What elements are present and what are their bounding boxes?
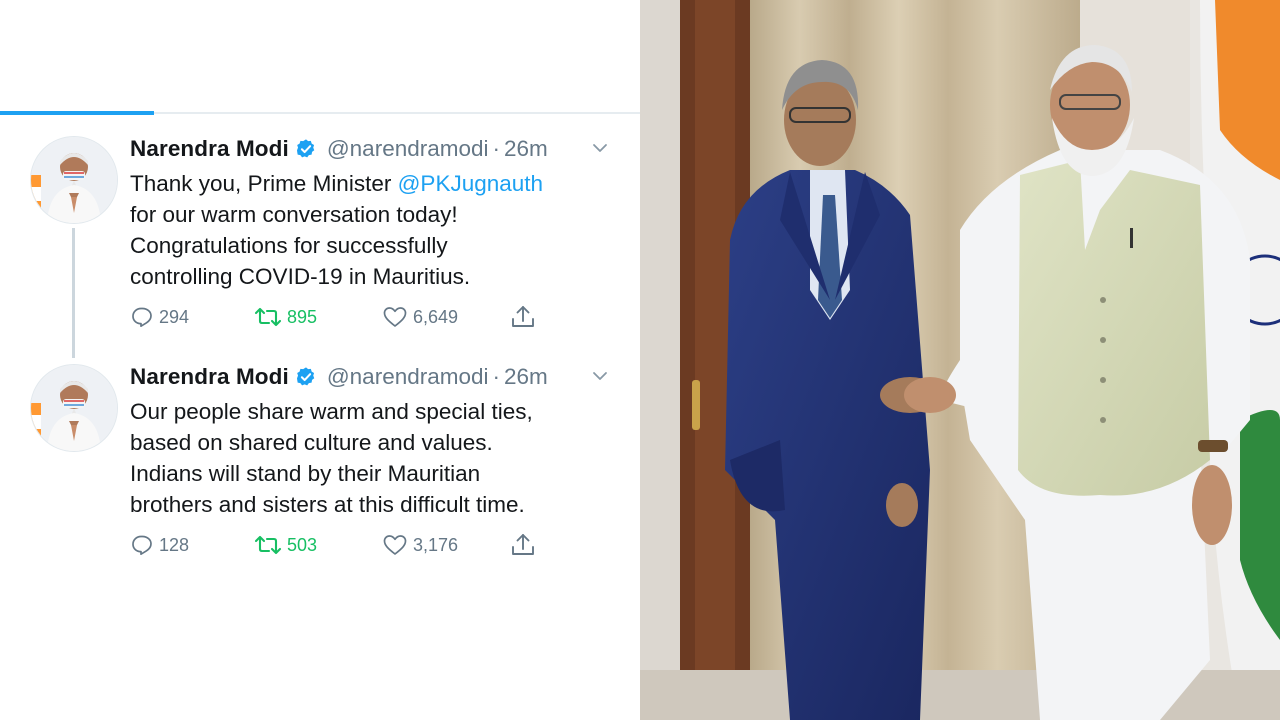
like-button[interactable]: 3,176 (382, 530, 458, 560)
avatar[interactable] (30, 364, 118, 452)
verified-badge-icon (296, 367, 315, 386)
tweet-line: Our people share warm and special ties, (130, 399, 533, 424)
progress-bar (0, 111, 640, 115)
share-upload-icon (512, 306, 534, 327)
progress-fill (0, 111, 154, 115)
retweet-icon (254, 307, 282, 327)
avatar[interactable] (30, 136, 118, 224)
tweet-actions: 294 895 6,649 (130, 302, 550, 332)
share-button[interactable] (510, 530, 536, 560)
author-name[interactable]: Narendra Modi (130, 136, 289, 162)
like-count: 3,176 (413, 534, 459, 555)
tweet-line: brothers and sisters at this difficult t… (130, 492, 525, 517)
thread-connector-line (72, 228, 75, 358)
retweet-button[interactable]: 895 (254, 302, 317, 332)
tweet-line: Thank you, Prime Minister @PKJugnauth (130, 168, 620, 199)
share-upload-icon (512, 534, 534, 555)
author-name[interactable]: Narendra Modi (130, 364, 289, 390)
reply-count: 128 (159, 534, 190, 555)
reply-bubble-icon (132, 307, 152, 328)
tweet-thread-panel: Narendra Modi @narendramodi · 26m Thank … (0, 0, 640, 720)
separator-dot: · (492, 364, 501, 389)
reply-bubble-icon (132, 535, 152, 556)
tweet-header: Narendra Modi @narendramodi · 26m (130, 362, 548, 392)
reply-count: 294 (159, 306, 190, 327)
handshake-photo-image (640, 0, 1280, 720)
retweet-count: 895 (287, 306, 318, 327)
reply-button[interactable]: 294 (130, 302, 189, 332)
tweet-header: Narendra Modi @narendramodi · 26m (130, 134, 548, 164)
avatar-image-icon (31, 137, 117, 223)
retweet-button[interactable]: 503 (254, 530, 317, 560)
chevron-down-icon[interactable] (590, 138, 610, 158)
tweet-line: controlling COVID-19 in Mauritius. (130, 264, 471, 289)
like-button[interactable]: 6,649 (382, 302, 458, 332)
verified-badge-icon (296, 139, 315, 158)
separator-dot: · (492, 136, 501, 161)
share-button[interactable] (510, 302, 536, 332)
mention-link[interactable]: @PKJugnauth (398, 171, 543, 196)
like-count: 6,649 (413, 306, 459, 327)
tweet-actions: 128 503 3,176 (130, 530, 550, 560)
tweet-line: Congratulations for successfully (130, 233, 448, 258)
reply-button[interactable]: 128 (130, 530, 189, 560)
timestamp[interactable]: 26m (504, 364, 548, 390)
timestamp[interactable]: 26m (504, 136, 548, 162)
tweet-line: for our warm conversation today! (130, 202, 458, 227)
heart-icon (383, 535, 407, 555)
heart-icon (383, 307, 407, 327)
tweet-line: Indians will stand by their Mauritian (130, 461, 481, 486)
tweet-line: based on shared culture and values. (130, 430, 493, 455)
chevron-down-icon[interactable] (590, 366, 610, 386)
author-handle[interactable]: @narendramodi (327, 136, 489, 162)
text-fragment: Thank you, Prime Minister (130, 171, 398, 196)
avatar-image-icon (31, 365, 117, 451)
tweet-text: Thank you, Prime Minister @PKJugnauth fo… (130, 168, 620, 292)
tweet-text: Our people share warm and special ties, … (130, 396, 620, 520)
retweet-icon (254, 535, 282, 555)
retweet-count: 503 (287, 534, 318, 555)
handshake-photo (640, 0, 1280, 720)
author-handle[interactable]: @narendramodi (327, 364, 489, 390)
